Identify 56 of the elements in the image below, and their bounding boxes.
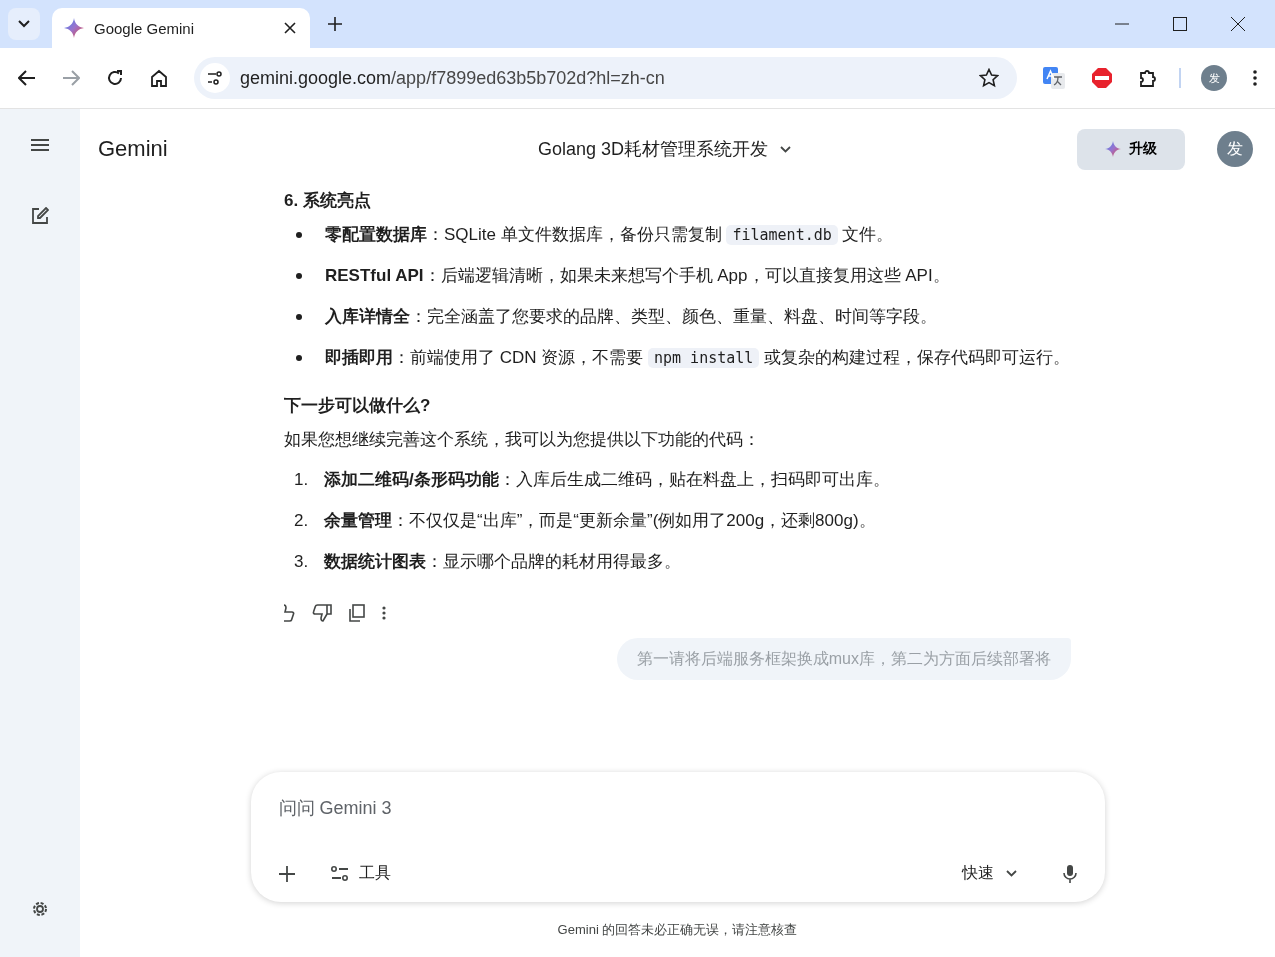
list-number: 3. [293, 551, 310, 573]
new-chat-icon[interactable] [31, 207, 49, 225]
section-heading: 6. 系统亮点 [284, 190, 372, 212]
list-number: 1. [293, 469, 310, 491]
profile-avatar[interactable]: 发 [1201, 65, 1227, 91]
upgrade-button[interactable]: 升级 [1077, 128, 1185, 170]
close-icon[interactable] [1231, 17, 1245, 31]
close-icon[interactable] [284, 22, 296, 34]
bullet-text: RESTful API：后端逻辑清晰，如果未来想写个手机 App，可以直接复用这些 API。 [325, 265, 951, 287]
tab-search-button[interactable] [8, 8, 40, 40]
plus-icon[interactable] [328, 17, 342, 31]
app-title: Gemini [98, 136, 169, 162]
sparkle-icon [1105, 141, 1121, 157]
url-text: gemini.google.com/app/f7899ed63b5b702d?hl=zh-cn [240, 67, 666, 89]
maximize-icon[interactable] [1173, 17, 1187, 31]
forward-icon[interactable] [62, 70, 80, 86]
disclaimer-text: Gemini 的回答未必正确无误，请注意核查 [557, 920, 798, 939]
mode-dropdown[interactable]: 快速 [961, 863, 1017, 884]
settings-icon[interactable] [30, 899, 50, 919]
section-heading: 下一步可以做什么? [284, 395, 432, 417]
tab-title: Google Gemini [94, 19, 196, 37]
puzzle-icon[interactable] [1139, 68, 1159, 88]
plus-icon[interactable] [278, 865, 295, 882]
list-item-text: 添加二维码/条形码功能：入库后生成二维码，贴在料盘上，扫码即可出库。 [324, 469, 891, 491]
sparkle-icon [64, 18, 84, 38]
stop-sign-icon[interactable] [1091, 67, 1113, 89]
paragraph-text: 如果您想继续完善这个系统，我可以为您提供以下功能的代码： [284, 429, 761, 451]
conversation-title-dropdown[interactable]: Golang 3D耗材管理系统开发 [538, 137, 792, 161]
bullet-text: 即插即用：前端使用了 CDN 资源，不需要 npm install 或复杂的构建过程，保存代码即可运行。 [325, 347, 1071, 370]
bullet-text: 入库详情全：完全涵盖了您要求的品牌、类型、颜色、重量、料盘、时间等字段。 [325, 306, 938, 328]
user-avatar[interactable]: 发 [1217, 131, 1253, 167]
prompt-box[interactable]: 问问 Gemini 3 工具 快速 [250, 772, 1105, 902]
menu-icon[interactable] [31, 139, 49, 151]
list-item-text: 数据统计图表：显示哪个品牌的耗材用得最多。 [324, 551, 682, 573]
bullet-text: 零配置数据库：SQLite 单文件数据库，备份只需复制 filament.db 文件。 [325, 224, 895, 247]
more-icon[interactable] [1253, 70, 1257, 86]
more-icon[interactable] [382, 606, 386, 620]
back-icon[interactable] [18, 70, 36, 86]
translate-icon[interactable] [1043, 67, 1065, 89]
user-message-bubble: 第一请将后端服务框架换成mux库，第二为方面后续部署将 [616, 638, 1071, 680]
list-item-text: 余量管理：不仅仅是“出库”，而是“更新余量”(例如用了200g，还剩800g)。 [324, 510, 877, 532]
copy-icon[interactable] [349, 604, 365, 622]
thumbs-down-icon[interactable] [312, 604, 332, 622]
list-number: 2. [293, 510, 310, 532]
microphone-icon[interactable] [1062, 864, 1077, 883]
reload-icon[interactable] [106, 69, 124, 87]
star-icon[interactable] [979, 68, 999, 88]
chevron-down-icon [18, 20, 30, 28]
home-icon[interactable] [150, 69, 168, 87]
site-settings-icon[interactable] [200, 63, 230, 93]
tools-icon [330, 865, 349, 882]
chevron-down-icon [1005, 870, 1017, 877]
address-bar[interactable]: gemini.google.com/app/f7899ed63b5b702d?hl=zh-cn [194, 57, 1017, 99]
browser-tab[interactable]: Google Gemini [52, 8, 310, 48]
chevron-down-icon [780, 145, 792, 153]
tools-button[interactable]: 工具 [330, 863, 391, 884]
